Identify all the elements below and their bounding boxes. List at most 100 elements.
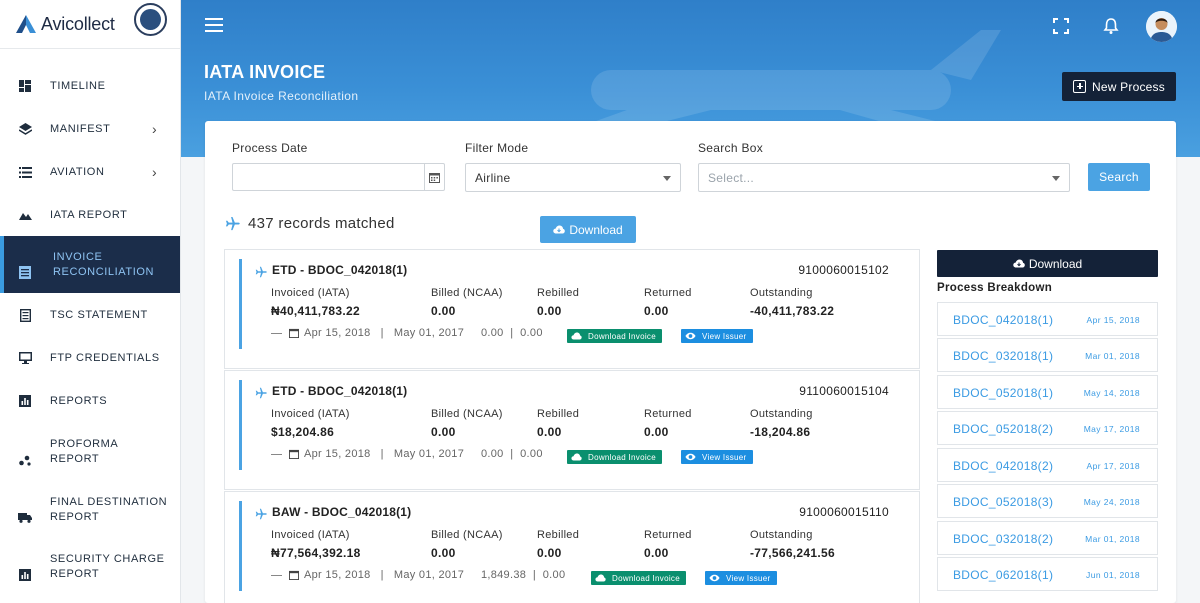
column-header-billed: Billed (NCAA) [431, 287, 503, 299]
record-date-secondary: May 01, 2017 [393, 448, 465, 460]
chevron-right-icon: › [152, 164, 158, 180]
record-title: ETD - BDOC_042018(1) [272, 384, 408, 398]
process-date-input[interactable] [232, 163, 444, 191]
invoiced-value: ₦77,564,392.18 [271, 546, 361, 560]
rebilled-value: 0.00 [537, 425, 562, 439]
airplane-icon [255, 387, 267, 399]
breakdown-item[interactable]: BDOC_052018(2) May 17, 2018 [937, 411, 1158, 445]
ncaa-seal-icon [134, 3, 167, 36]
breakdown-item[interactable]: BDOC_042018(1) Apr 15, 2018 [937, 302, 1158, 336]
sidebar-item-manifest[interactable]: MANIFEST › [0, 117, 180, 141]
view-issuer-button[interactable]: View Issuer [681, 450, 753, 464]
sidebar-item-tsc-statement[interactable]: TSC STATEMENT [0, 303, 180, 327]
search-placeholder: Select... [708, 170, 755, 185]
sidebar-item-iata-report[interactable]: IATA REPORT [0, 203, 180, 227]
new-process-button[interactable]: New Process [1062, 72, 1176, 101]
column-header-billed: Billed (NCAA) [431, 529, 503, 541]
record-card[interactable]: ETD - BDOC_042018(1) 9100060015102 Invoi… [224, 249, 920, 369]
column-header-rebilled: Rebilled [537, 529, 580, 541]
sidebar-item-final-destination-report[interactable]: FINAL DESTINATION REPORT [0, 492, 180, 528]
billed-value: 0.00 [431, 425, 456, 439]
sidebar-item-security-charge-report[interactable]: SECURITY CHARGE REPORT [0, 549, 180, 585]
page-subtitle: IATA Invoice Reconciliation [204, 89, 359, 103]
process-date-label: Process Date [232, 141, 308, 155]
breakdown-item-date: Jun 01, 2018 [1086, 570, 1140, 580]
eye-icon [709, 574, 720, 582]
download-invoice-button[interactable]: Download Invoice [591, 571, 686, 585]
sidebar-item-label: IATA REPORT [50, 208, 128, 221]
user-avatar[interactable] [1146, 11, 1177, 42]
record-card[interactable]: BAW - BDOC_042018(1) 9100060015110 Invoi… [224, 491, 920, 603]
caret-down-icon [663, 176, 671, 181]
filter-mode-label: Filter Mode [465, 141, 529, 155]
add-box-icon [1073, 80, 1087, 93]
fullscreen-icon[interactable] [1052, 17, 1070, 35]
download-invoice-button[interactable]: Download Invoice [567, 329, 662, 343]
bell-icon[interactable] [1102, 17, 1120, 35]
record-number: 9100060015110 [799, 505, 889, 519]
new-process-label: New Process [1092, 79, 1165, 94]
sidebar-item-invoice-reconciliation[interactable]: INVOICE RECONCILIATION [0, 236, 180, 293]
separator: | [503, 448, 521, 460]
separator [464, 448, 481, 460]
brand-name: Avicollect [41, 13, 115, 34]
returned-value: 0.00 [644, 425, 669, 439]
column-header-rebilled: Rebilled [537, 287, 580, 299]
column-header-billed: Billed (NCAA) [431, 408, 503, 420]
search-select[interactable]: Select... [698, 163, 1070, 192]
sidebar-item-proforma-report[interactable]: PROFORMA REPORT [0, 434, 180, 470]
view-issuer-button[interactable]: View Issuer [681, 329, 753, 343]
airplane-icon [225, 216, 240, 231]
column-header-returned: Returned [644, 408, 692, 420]
separator [464, 327, 481, 339]
records-text: 437 records matched [248, 215, 395, 232]
record-amount-secondary: 0.00 [520, 327, 543, 339]
record-title: BAW - BDOC_042018(1) [272, 505, 412, 519]
breakdown-item[interactable]: BDOC_032018(2) Mar 01, 2018 [937, 521, 1158, 555]
column-header-outstanding: Outstanding [750, 408, 813, 420]
sidebar-item-label: TIMELINE [50, 79, 106, 92]
record-date: Apr 15, 2018 [304, 569, 371, 581]
breakdown-item[interactable]: BDOC_062018(1) Jun 01, 2018 [937, 557, 1158, 591]
column-header-invoiced: Invoiced (IATA) [271, 287, 350, 299]
bar-chart-icon [18, 568, 32, 582]
sidebar-item-aviation[interactable]: AVIATION › [0, 160, 180, 184]
record-meta: Apr 15, 2018 | May 01, 2017 0.00 | 0.00 [289, 448, 543, 460]
download-invoice-button[interactable]: Download Invoice [567, 450, 662, 464]
sidebar-item-label: SECURITY CHARGE REPORT [50, 553, 165, 580]
list-icon [18, 165, 32, 179]
record-amount-secondary: 0.00 [520, 448, 543, 460]
breakdown-item[interactable]: BDOC_052018(3) May 24, 2018 [937, 484, 1158, 518]
breakdown-item-date: Mar 01, 2018 [1085, 351, 1140, 361]
divider [271, 575, 282, 576]
download-button[interactable]: Download [540, 216, 636, 243]
sidebar-item-ftp-credentials[interactable]: FTP CREDENTIALS [0, 346, 180, 370]
record-date: Apr 15, 2018 [304, 327, 371, 339]
download-invoice-label: Download Invoice [612, 573, 680, 583]
cloud-download-icon [553, 225, 566, 234]
breakdown-item[interactable]: BDOC_052018(1) May 14, 2018 [937, 375, 1158, 409]
breakdown-item[interactable]: BDOC_042018(2) Apr 17, 2018 [937, 448, 1158, 482]
breakdown-item-date: Mar 01, 2018 [1085, 534, 1140, 544]
view-issuer-button[interactable]: View Issuer [705, 571, 777, 585]
record-title: ETD - BDOC_042018(1) [272, 263, 408, 277]
brand: Avicollect [0, 0, 180, 49]
menu-toggle-icon[interactable] [205, 18, 223, 32]
column-header-returned: Returned [644, 287, 692, 299]
breakdown-download-button[interactable]: Download [937, 250, 1158, 277]
view-issuer-label: View Issuer [726, 573, 771, 583]
sidebar-item-reports[interactable]: REPORTS [0, 389, 180, 413]
breakdown-item[interactable]: BDOC_032018(1) Mar 01, 2018 [937, 338, 1158, 372]
monitor-icon [18, 351, 32, 365]
record-meta: Apr 15, 2018 | May 01, 2017 0.00 | 0.00 [289, 327, 543, 339]
search-button[interactable]: Search [1088, 163, 1150, 191]
record-card[interactable]: ETD - BDOC_042018(1) 9110060015104 Invoi… [224, 370, 920, 490]
calendar-icon[interactable] [424, 163, 445, 191]
sidebar-item-timeline[interactable]: TIMELINE [0, 74, 180, 98]
view-issuer-label: View Issuer [702, 331, 747, 341]
caret-down-icon [1052, 176, 1060, 181]
breakdown-item-name: BDOC_032018(1) [953, 349, 1054, 363]
outstanding-value: -77,566,241.56 [750, 546, 835, 560]
column-header-invoiced: Invoiced (IATA) [271, 408, 350, 420]
filter-mode-select[interactable]: Airline [465, 163, 681, 192]
